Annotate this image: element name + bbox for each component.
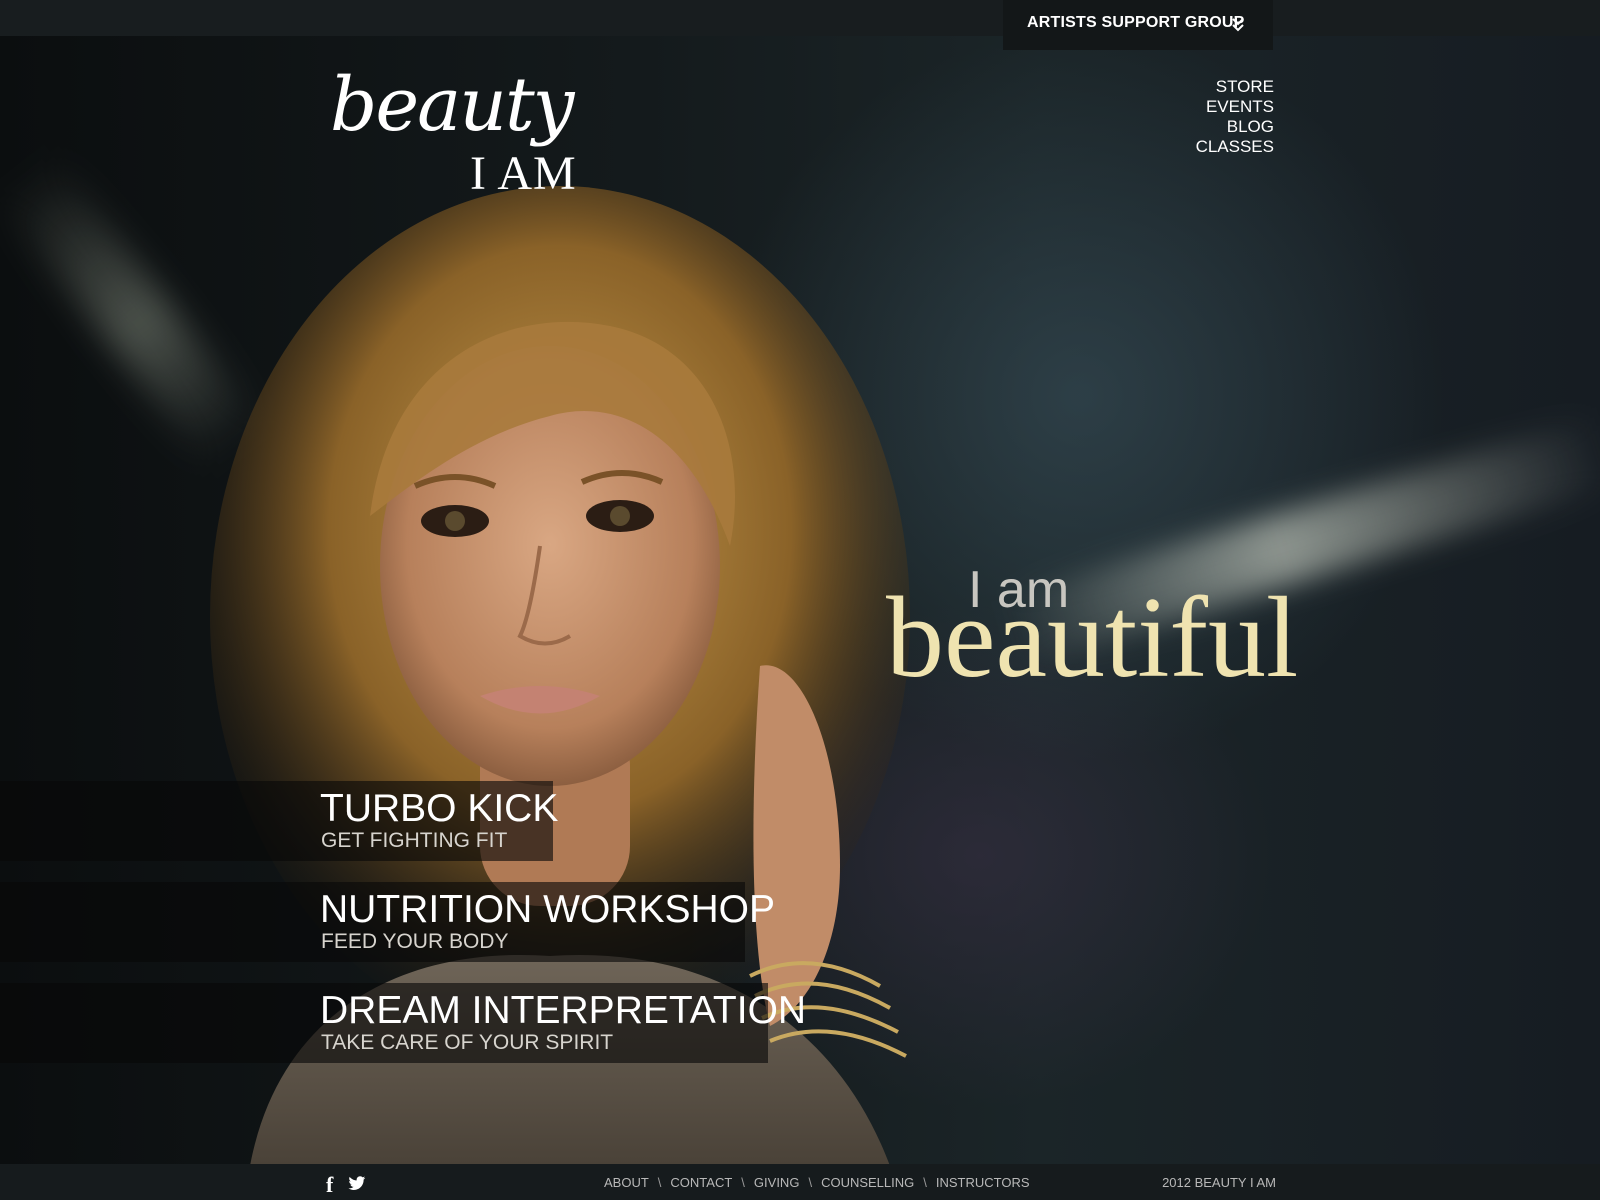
footer-link-contact[interactable]: CONTACT xyxy=(670,1175,732,1190)
class-subtitle: TAKE CARE OF YOUR SPIRIT xyxy=(321,1031,614,1054)
top-bar xyxy=(0,0,1600,36)
footer-link-counselling[interactable]: COUNSELLING xyxy=(821,1175,914,1190)
separator: \ xyxy=(657,1175,662,1190)
class-banner-turbo-kick[interactable]: TURBO KICK GET FIGHTING FIT xyxy=(0,781,558,861)
logo-subtitle: I AM xyxy=(470,147,577,200)
class-title: NUTRITION WORKSHOP xyxy=(320,888,775,931)
facebook-icon[interactable]: f xyxy=(326,1172,333,1198)
nav-store[interactable]: STORE xyxy=(1196,77,1274,97)
footer-link-giving[interactable]: GIVING xyxy=(754,1175,800,1190)
separator: \ xyxy=(741,1175,745,1190)
footer-link-about[interactable]: ABOUT xyxy=(604,1175,649,1190)
artists-support-group-dropdown[interactable]: ARTISTS SUPPORT GROUP xyxy=(1003,0,1273,50)
class-banner-dream-interpretation[interactable]: DREAM INTERPRETATION TAKE CARE OF YOUR S… xyxy=(0,983,806,1063)
footer-links: ABOUT \ CONTACT \ GIVING \ COUNSELLING \ INSTRUC… xyxy=(604,1175,1030,1190)
nav-blog[interactable]: BLOG xyxy=(1196,117,1274,137)
nav-events[interactable]: EVENTS xyxy=(1196,97,1274,117)
site-logo[interactable]: beauty I AM xyxy=(330,62,620,212)
class-subtitle: GET FIGHTING FIT xyxy=(321,829,508,852)
footer: f ABOUT \ CONTACT \ GIVING \ COUNSELLING \ INSTR… xyxy=(0,1164,1600,1200)
class-title: TURBO KICK xyxy=(320,787,559,830)
footer-link-instructors[interactable]: INSTRUCTORS xyxy=(936,1175,1030,1190)
nav-classes[interactable]: CLASSES xyxy=(1196,137,1274,157)
tagline-big: beautiful xyxy=(886,574,1299,702)
copyright: 2012 BEAUTY I AM xyxy=(1162,1175,1276,1190)
class-banner-nutrition-workshop[interactable]: NUTRITION WORKSHOP FEED YOUR BODY xyxy=(0,882,775,962)
class-title: DREAM INTERPRETATION xyxy=(320,989,807,1032)
support-group-label: ARTISTS SUPPORT GROUP xyxy=(1027,14,1245,31)
class-subtitle: FEED YOUR BODY xyxy=(321,930,509,953)
main-nav: STORE EVENTS BLOG CLASSES xyxy=(1196,77,1274,157)
social-links: f xyxy=(326,1172,366,1198)
double-chevron-down-icon xyxy=(1232,18,1244,32)
logo-script: beauty xyxy=(330,62,574,148)
twitter-icon[interactable] xyxy=(348,1176,366,1196)
separator: \ xyxy=(923,1175,927,1190)
separator: \ xyxy=(808,1175,813,1190)
